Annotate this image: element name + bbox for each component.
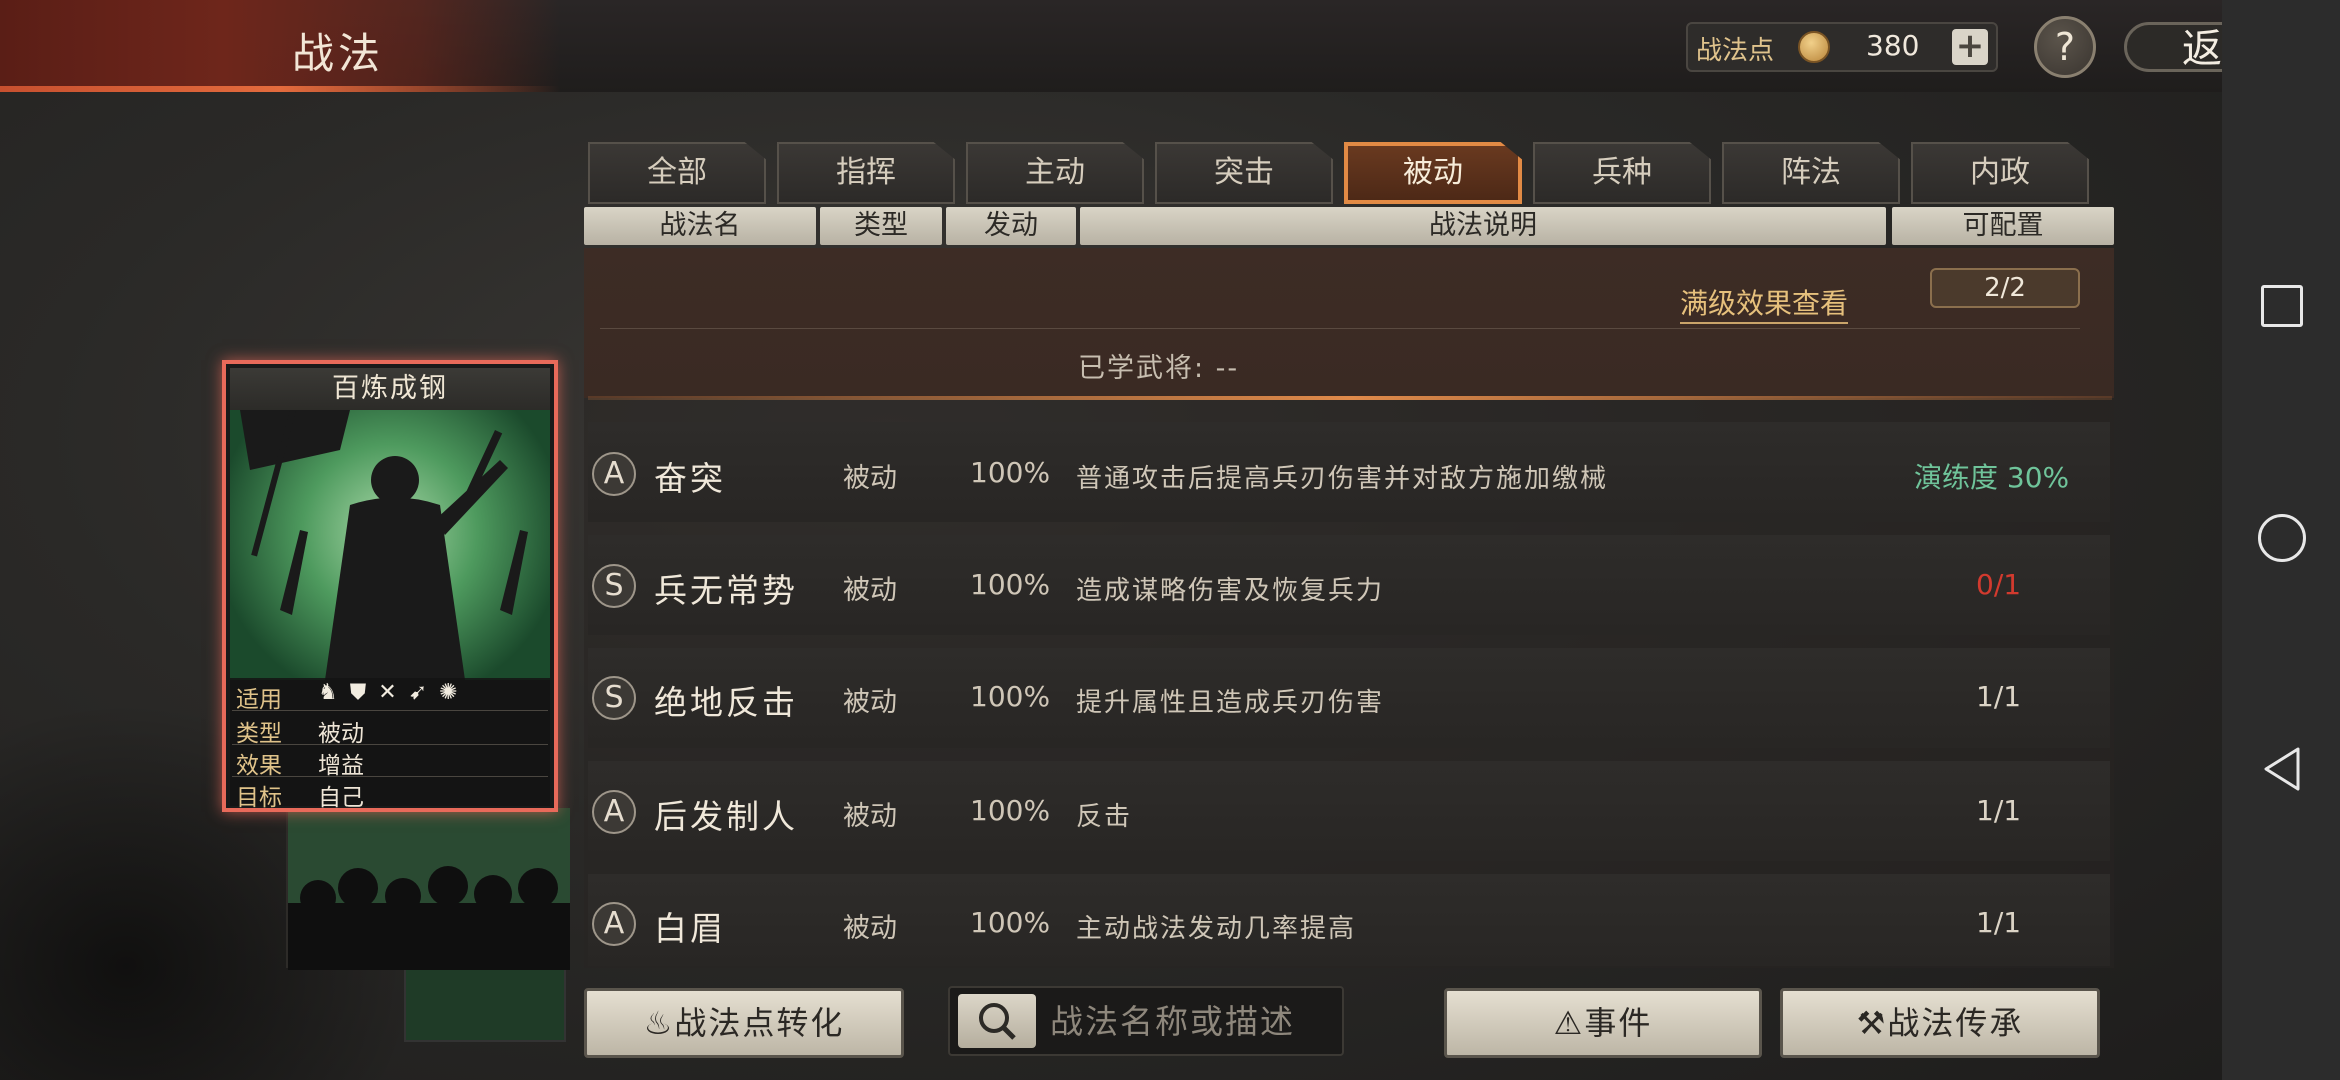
- tab-internal[interactable]: 内政: [1911, 142, 2089, 204]
- skill-description: 提升属性且造成兵刃伤害: [1076, 688, 1385, 718]
- skill-name: 兵无常势: [654, 571, 798, 610]
- page-title: 战法: [292, 29, 385, 78]
- column-header-trigger[interactable]: 发动: [946, 207, 1076, 245]
- search-button[interactable]: [958, 994, 1036, 1048]
- skill-points-value: 380: [1866, 29, 1920, 62]
- tab-passive[interactable]: 被动: [1344, 142, 1522, 204]
- skill-config-status: 1/1: [1976, 794, 2022, 827]
- recent-apps-icon[interactable]: [2261, 285, 2303, 327]
- search-icon: [979, 1003, 1016, 1040]
- card-target-value: 自己: [318, 785, 364, 811]
- archer-icon: ✕: [378, 680, 409, 705]
- column-header-description: 战法说明: [1080, 207, 1886, 245]
- home-icon[interactable]: [2258, 514, 2306, 562]
- event-button[interactable]: ⚠事件: [1444, 988, 1762, 1058]
- grade-badge: S: [592, 676, 636, 720]
- back-icon[interactable]: [2258, 745, 2306, 793]
- skill-config-status: 1/1: [1976, 906, 2022, 939]
- siege-icon: ✺: [439, 680, 470, 705]
- add-points-button[interactable]: +: [1952, 29, 1988, 65]
- grade-badge: A: [592, 452, 636, 496]
- card-artwork: [230, 410, 550, 680]
- troop-type-icons: ♞⛊✕➹✺: [318, 680, 518, 710]
- skill-row[interactable]: [588, 761, 2110, 861]
- inherit-skill-button[interactable]: ⚒战法传承: [1780, 988, 2100, 1058]
- card-divider: [232, 744, 548, 745]
- skill-rate: 100%: [970, 906, 1051, 939]
- hammer-icon: ⚒: [1856, 1004, 1888, 1042]
- card-stack-middle: [286, 806, 570, 970]
- expanded-detail: [584, 248, 2114, 398]
- full-level-effect-link[interactable]: 满级效果查看: [1680, 282, 1849, 324]
- skill-name: 奋突: [654, 459, 726, 498]
- skill-type: 被动: [843, 801, 897, 832]
- skill-description: 反击: [1076, 802, 1133, 832]
- tab-assault[interactable]: 突击: [1155, 142, 1333, 204]
- shield-icon: ⛊: [349, 680, 379, 705]
- detail-divider: [600, 328, 2080, 329]
- inherit-skill-label: 战法传承: [1887, 1004, 2024, 1042]
- skill-description: 造成谋略伤害及恢复兵力: [1076, 576, 1385, 606]
- config-ratio-badge: 2/2: [1930, 268, 2080, 308]
- spear-icon: ➹: [408, 680, 440, 705]
- card-effect-label: 效果: [236, 753, 282, 779]
- detail-bottom-glow: [588, 396, 2112, 400]
- tab-active[interactable]: 主动: [966, 142, 1144, 204]
- help-button[interactable]: ?: [2034, 16, 2096, 78]
- skill-rate: 100%: [970, 680, 1051, 713]
- card-title: 百炼成钢: [230, 368, 550, 410]
- grade-badge: S: [592, 564, 636, 608]
- grade-badge: A: [592, 902, 636, 946]
- column-header-configurable[interactable]: 可配置: [1892, 207, 2114, 245]
- skill-type: 被动: [843, 575, 897, 606]
- skill-rate: 100%: [970, 456, 1051, 489]
- cavalry-icon: ♞: [318, 680, 350, 705]
- skill-type: 被动: [843, 687, 897, 718]
- tab-command[interactable]: 指挥: [777, 142, 955, 204]
- skill-description: 主动战法发动几率提高: [1076, 914, 1357, 944]
- convert-points-label: 战法点转化: [674, 1004, 845, 1042]
- skill-points-coin-icon: [1798, 31, 1830, 63]
- skill-points-label: 战法点: [1696, 36, 1775, 66]
- flame-icon: ♨: [643, 1004, 675, 1042]
- alert-icon: ⚠: [1553, 1004, 1585, 1042]
- skill-config-status: 1/1: [1976, 680, 2022, 713]
- title-band: [0, 0, 560, 92]
- grade-badge: A: [592, 790, 636, 834]
- card-effect-value: 增益: [318, 753, 364, 779]
- skill-name: 白眉: [654, 909, 726, 948]
- column-header-name[interactable]: 战法名: [584, 207, 816, 245]
- search-input[interactable]: [1050, 996, 1340, 1046]
- warrior-silhouette-icon: [240, 410, 528, 680]
- card-apply-label: 适用: [236, 687, 282, 713]
- skill-type: 被动: [843, 463, 897, 494]
- skill-config-status: 0/1: [1976, 568, 2022, 601]
- event-label: 事件: [1584, 1004, 1653, 1042]
- convert-points-button[interactable]: ♨战法点转化: [584, 988, 904, 1058]
- card-type-label: 类型: [236, 721, 282, 747]
- skill-config-status: 演练度 30%: [1914, 461, 2070, 494]
- troops-silhouette-icon: [288, 808, 570, 970]
- skill-type: 被动: [843, 913, 897, 944]
- skill-name: 后发制人: [654, 797, 798, 836]
- tab-all[interactable]: 全部: [588, 142, 766, 204]
- card-divider: [232, 710, 548, 711]
- card-target-label: 目标: [236, 785, 282, 811]
- column-header-type[interactable]: 类型: [820, 207, 942, 245]
- card-divider: [232, 776, 548, 777]
- learned-generals-label: 已学武将: --: [1078, 353, 1240, 384]
- skill-description: 普通攻击后提高兵刃伤害并对敌方施加缴械: [1076, 464, 1609, 494]
- tab-formation[interactable]: 阵法: [1722, 142, 1900, 204]
- skill-rate: 100%: [970, 568, 1051, 601]
- skill-name: 绝地反击: [654, 683, 798, 722]
- tab-troop[interactable]: 兵种: [1533, 142, 1711, 204]
- skill-rate: 100%: [970, 794, 1051, 827]
- card-type-value: 被动: [318, 721, 364, 747]
